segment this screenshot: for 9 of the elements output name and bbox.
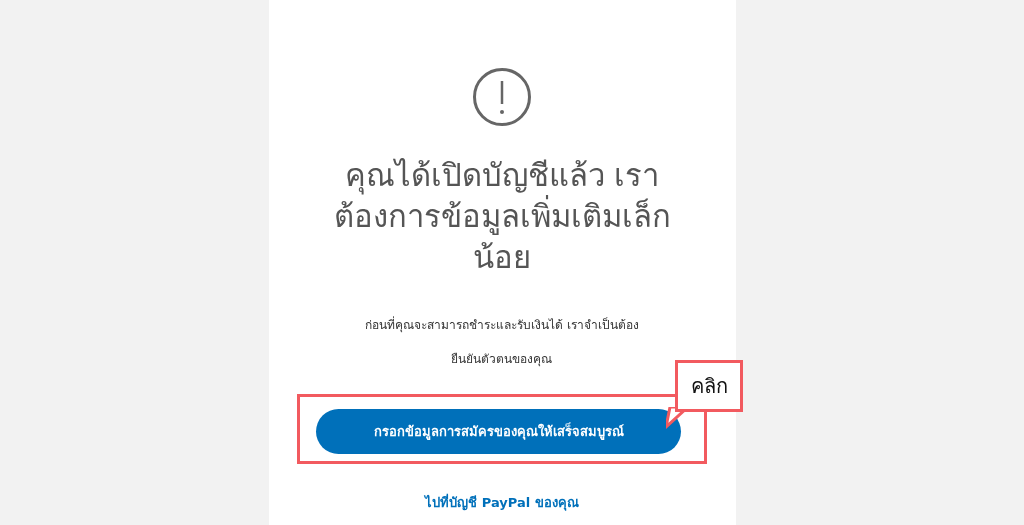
message-line: ก่อนที่คุณจะสามารถชำระและรับเงินได้ เราจำเป็นต้อง — [365, 315, 639, 335]
heading-line: น้อย — [473, 238, 531, 277]
message-line: ยืนยันตัวตนของคุณ — [451, 351, 553, 369]
paypal-account-link[interactable]: ไปที่บัญชี PayPal ของคุณ — [425, 492, 579, 513]
exclamation-circle-icon — [472, 67, 532, 127]
heading-line: คุณได้เปิดบัญชีแล้ว เรา — [344, 156, 660, 195]
complete-application-button[interactable]: กรอกข้อมูลการสมัครของคุณให้เสร็จสมบูรณ์ — [316, 409, 681, 454]
click-callout: คลิก — [675, 360, 743, 412]
heading-line: ต้องการข้อมูลเพิ่มเติมเล็ก — [333, 196, 671, 237]
